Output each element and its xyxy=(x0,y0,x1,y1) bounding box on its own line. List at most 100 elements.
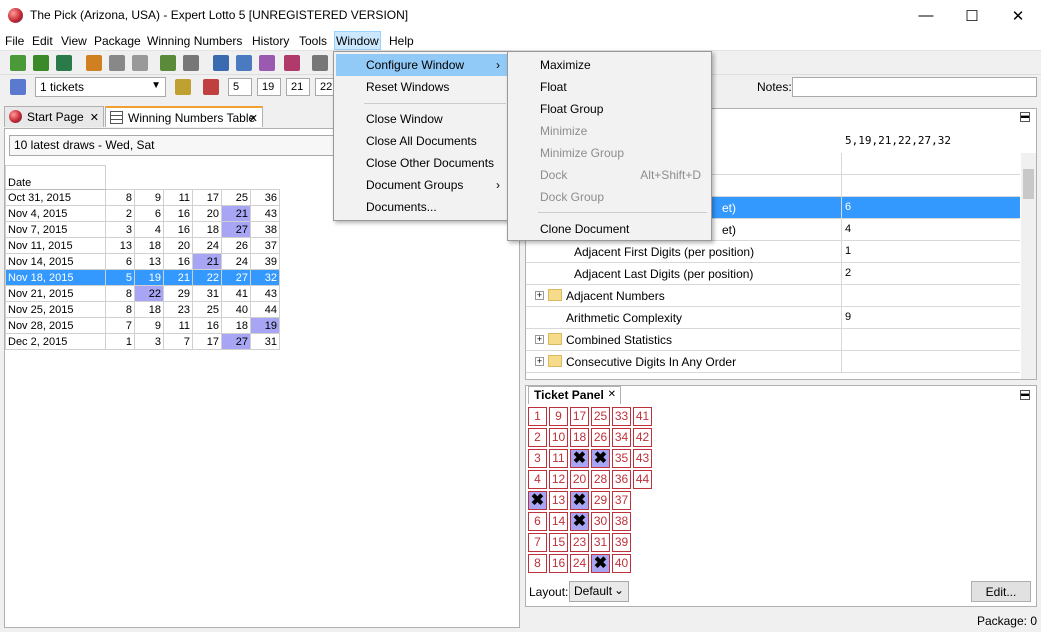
number-cell[interactable]: 8 xyxy=(105,189,135,206)
print-icon[interactable] xyxy=(183,55,199,71)
minimize-button[interactable]: — xyxy=(903,0,949,31)
number-cell[interactable]: 2 xyxy=(105,205,135,222)
number-field-3[interactable]: 21 xyxy=(286,78,310,96)
table-row[interactable]: Oct 31, 2015 8 9 11 17 25 36 xyxy=(5,189,280,206)
number-cell[interactable]: 20 xyxy=(192,205,222,222)
menu-file[interactable]: File xyxy=(5,34,24,48)
number-cell[interactable]: 27 xyxy=(221,333,251,350)
date-cell[interactable]: Nov 14, 2015 xyxy=(5,253,106,270)
table-row[interactable]: Dec 2, 2015 1 3 7 17 27 31 xyxy=(5,333,280,350)
table-row[interactable]: Nov 28, 2015 7 9 11 16 18 19 xyxy=(5,317,280,334)
ticket-number-cell[interactable]: 41 xyxy=(633,407,652,426)
date-cell[interactable]: Nov 28, 2015 xyxy=(5,317,106,334)
ticket-number-cell[interactable]: 36 xyxy=(612,470,631,489)
notes-input[interactable] xyxy=(792,77,1037,97)
menu-item-clone-document[interactable]: Clone Document xyxy=(510,218,709,240)
edit-ticket-icon[interactable] xyxy=(236,55,252,71)
tab-winning-numbers-table[interactable]: Winning Numbers Table ✕ xyxy=(105,106,263,127)
table-row[interactable]: Nov 7, 2015 3 4 16 18 27 38 xyxy=(5,221,280,238)
edit-layout-button[interactable]: Edit... xyxy=(971,581,1031,602)
number-cell[interactable]: 8 xyxy=(105,301,135,318)
ticket-number-cell[interactable]: 40 xyxy=(612,554,631,573)
number-cell[interactable]: 18 xyxy=(134,237,164,254)
number-cell[interactable]: 26 xyxy=(221,237,251,254)
properties-scrollbar[interactable] xyxy=(1021,153,1036,379)
tickets-combo[interactable]: 1 tickets ▼ xyxy=(35,77,166,97)
minimize-panel-icon[interactable]: ▬ xyxy=(1020,112,1030,122)
ticket-number-cell[interactable]: 11 xyxy=(549,449,568,468)
menu-item-document-groups[interactable]: Document Groups › xyxy=(336,174,508,196)
number-cell[interactable]: 36 xyxy=(250,189,280,206)
save-all-icon[interactable] xyxy=(132,55,148,71)
save-icon[interactable] xyxy=(109,55,125,71)
ticket-number-cell[interactable]: 3 xyxy=(528,449,547,468)
help-icon[interactable] xyxy=(203,79,219,95)
ticket-number-cell[interactable]: 43 xyxy=(633,449,652,468)
number-cell[interactable]: 37 xyxy=(250,237,280,254)
number-cell[interactable]: 40 xyxy=(221,301,251,318)
ticket-number-cell[interactable]: 28 xyxy=(591,470,610,489)
generate-icon[interactable] xyxy=(10,55,26,71)
number-cell[interactable]: 5 xyxy=(105,269,135,286)
property-row[interactable]: + Adjacent Numbers xyxy=(526,285,1020,307)
ticket-number-cell[interactable]: 30 xyxy=(591,512,610,531)
selected-number-cell[interactable]: ✖ xyxy=(570,491,589,510)
expand-icon[interactable]: + xyxy=(535,357,544,366)
number-cell[interactable]: 32 xyxy=(250,269,280,286)
ticket-number-cell[interactable]: 18 xyxy=(570,428,589,447)
table-row[interactable]: Nov 18, 2015 5 19 21 22 27 32 xyxy=(5,269,280,286)
menu-item-float-group[interactable]: Float Group xyxy=(510,98,709,120)
close-icon[interactable]: ✕ xyxy=(608,389,616,400)
ticket-grid-icon[interactable] xyxy=(10,79,26,95)
ticket-icon[interactable] xyxy=(213,55,229,71)
number-cell[interactable]: 11 xyxy=(163,189,193,206)
property-row[interactable]: Arithmetic Complexity 9 xyxy=(526,307,1020,329)
table-row[interactable]: Nov 11, 2015 13 18 20 24 26 37 xyxy=(5,237,280,254)
number-cell[interactable]: 9 xyxy=(134,189,164,206)
menu-history[interactable]: History xyxy=(252,34,289,48)
ticket-number-cell[interactable]: 2 xyxy=(528,428,547,447)
number-cell[interactable]: 1 xyxy=(105,333,135,350)
menu-edit[interactable]: Edit xyxy=(32,34,53,48)
date-cell[interactable]: Oct 31, 2015 xyxy=(5,189,106,206)
grid-icon[interactable] xyxy=(259,55,275,71)
number-cell[interactable]: 13 xyxy=(105,237,135,254)
number-field-2[interactable]: 19 xyxy=(257,78,281,96)
minimize-panel-icon[interactable]: ▬ xyxy=(1020,390,1030,400)
property-row[interactable]: + Consecutive Digits In Any Order xyxy=(526,351,1020,373)
scroll-thumb[interactable] xyxy=(1023,169,1034,199)
menu-help[interactable]: Help xyxy=(389,34,414,48)
selected-number-cell[interactable]: ✖ xyxy=(570,512,589,531)
ticket-number-cell[interactable]: 4 xyxy=(528,470,547,489)
number-cell[interactable]: 31 xyxy=(192,285,222,302)
number-cell[interactable]: 21 xyxy=(192,253,222,270)
date-cell[interactable]: Dec 2, 2015 xyxy=(5,333,106,350)
ticket-number-cell[interactable]: 33 xyxy=(612,407,631,426)
number-cell[interactable]: 6 xyxy=(134,205,164,222)
date-cell[interactable]: Nov 21, 2015 xyxy=(5,285,106,302)
ticket-number-cell[interactable]: 10 xyxy=(549,428,568,447)
number-cell[interactable]: 16 xyxy=(163,221,193,238)
ticket-number-cell[interactable]: 6 xyxy=(528,512,547,531)
selected-number-cell[interactable]: ✖ xyxy=(528,491,547,510)
dots-icon[interactable] xyxy=(284,55,300,71)
menu-item-close-all-documents[interactable]: Close All Documents xyxy=(336,130,508,152)
ticket-number-cell[interactable]: 44 xyxy=(633,470,652,489)
number-cell[interactable]: 29 xyxy=(163,285,193,302)
selected-number-cell[interactable]: ✖ xyxy=(570,449,589,468)
table-row[interactable]: Nov 25, 2015 8 18 23 25 40 44 xyxy=(5,301,280,318)
menu-item-float[interactable]: Float xyxy=(510,76,709,98)
property-row[interactable]: + Combined Statistics xyxy=(526,329,1020,351)
number-cell[interactable]: 21 xyxy=(221,205,251,222)
number-cell[interactable]: 18 xyxy=(134,301,164,318)
number-cell[interactable]: 18 xyxy=(192,221,222,238)
close-icon[interactable]: ✕ xyxy=(249,112,258,125)
ticket-number-cell[interactable]: 13 xyxy=(549,491,568,510)
number-cell[interactable]: 43 xyxy=(250,205,280,222)
ticket-number-cell[interactable]: 25 xyxy=(591,407,610,426)
menu-tools[interactable]: Tools xyxy=(299,34,327,48)
date-cell[interactable]: Nov 7, 2015 xyxy=(5,221,106,238)
number-cell[interactable]: 18 xyxy=(221,317,251,334)
number-cell[interactable]: 27 xyxy=(221,269,251,286)
menu-item-close-other-documents[interactable]: Close Other Documents xyxy=(336,152,508,174)
